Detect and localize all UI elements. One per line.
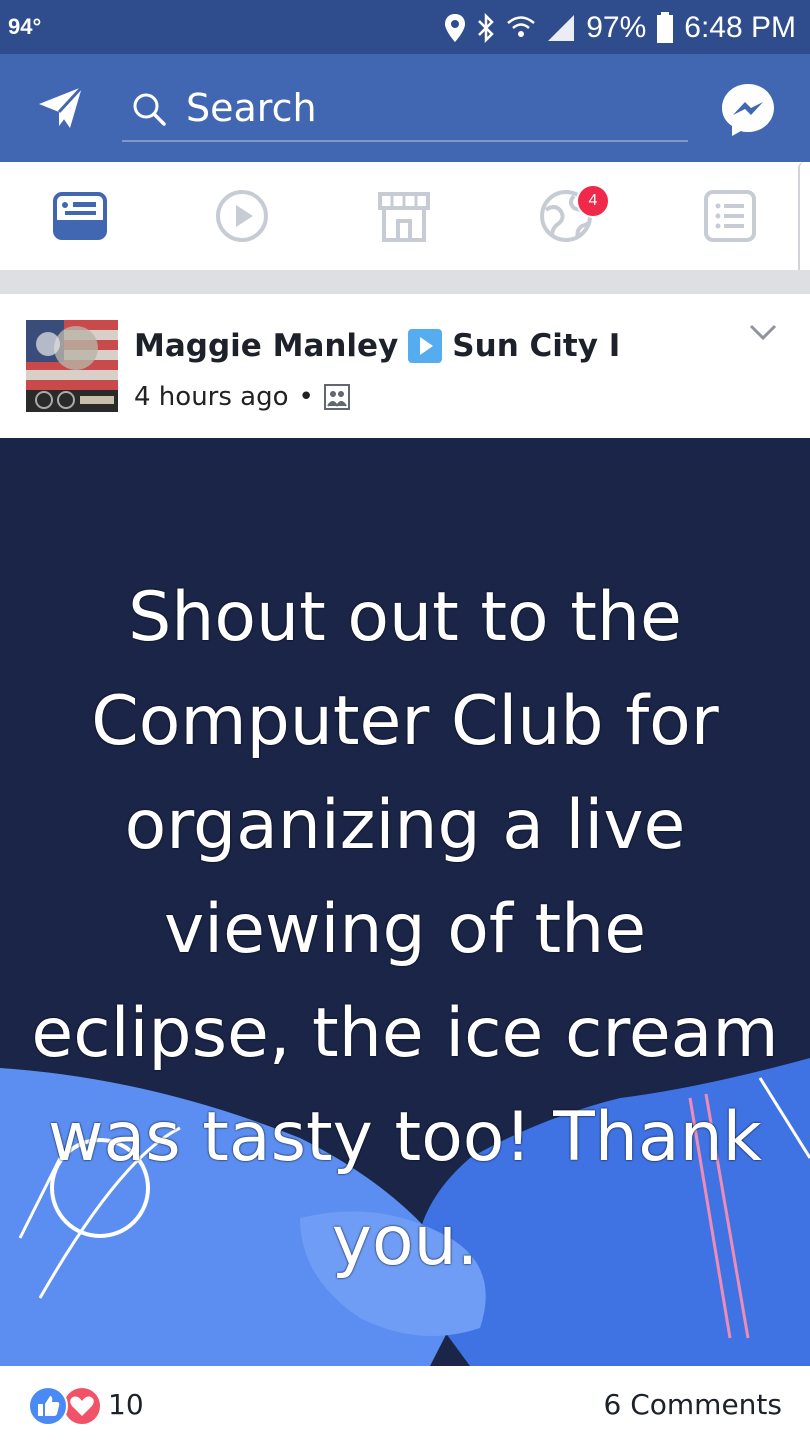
news-feed-icon[interactable] [52, 188, 108, 244]
status-icons: 97% 6:48 PM [444, 10, 796, 46]
signal-icon [548, 15, 575, 41]
separator-dot: • [298, 382, 314, 412]
post-text: Shout out to the Computer Club for organ… [31, 578, 779, 1281]
arrow-icon [408, 329, 443, 363]
bluetooth-icon [478, 13, 494, 43]
battery-percent: 97% [586, 11, 647, 44]
search-placeholder: Search [186, 86, 317, 130]
search-icon [133, 93, 166, 126]
post-footer: 10 6 Comments [0, 1366, 810, 1440]
love-icon[interactable] [62, 1386, 102, 1426]
menu-icon[interactable] [702, 188, 758, 244]
location-icon [445, 14, 466, 42]
group-name[interactable]: Sun City I [452, 328, 620, 364]
comments-count[interactable]: 6 Comments [604, 1388, 783, 1421]
avatar[interactable] [26, 320, 118, 412]
post-header: Maggie Manley Sun City I 4 hours ago • [0, 294, 810, 438]
group-icon [323, 384, 350, 410]
send-icon[interactable] [36, 82, 86, 132]
status-bar: 94° 97% 6:48 PM [0, 0, 810, 54]
post-time[interactable]: 4 hours ago [134, 382, 289, 412]
temperature: 94° [8, 14, 42, 39]
author-name[interactable]: Maggie Manley [134, 328, 398, 364]
post-meta: 4 hours ago • [134, 382, 350, 412]
divider [0, 270, 810, 294]
notification-badge: 4 [576, 184, 610, 218]
post-image[interactable]: Shout out to the Computer Club for organ… [0, 438, 810, 1366]
top-bar: Search [0, 54, 810, 162]
search-input[interactable]: Search [122, 78, 688, 142]
clock: 6:48 PM [684, 11, 796, 44]
like-icon[interactable] [28, 1386, 68, 1426]
post-author-line: Maggie Manley Sun City I [134, 328, 620, 364]
wifi-icon [507, 16, 536, 37]
marketplace-icon[interactable] [376, 188, 432, 244]
tab-bar [0, 162, 810, 271]
battery-icon [657, 12, 674, 43]
video-icon[interactable] [214, 188, 270, 244]
messenger-icon[interactable] [720, 82, 776, 138]
chevron-down-icon[interactable] [748, 322, 778, 342]
reaction-count[interactable]: 10 [108, 1388, 144, 1421]
